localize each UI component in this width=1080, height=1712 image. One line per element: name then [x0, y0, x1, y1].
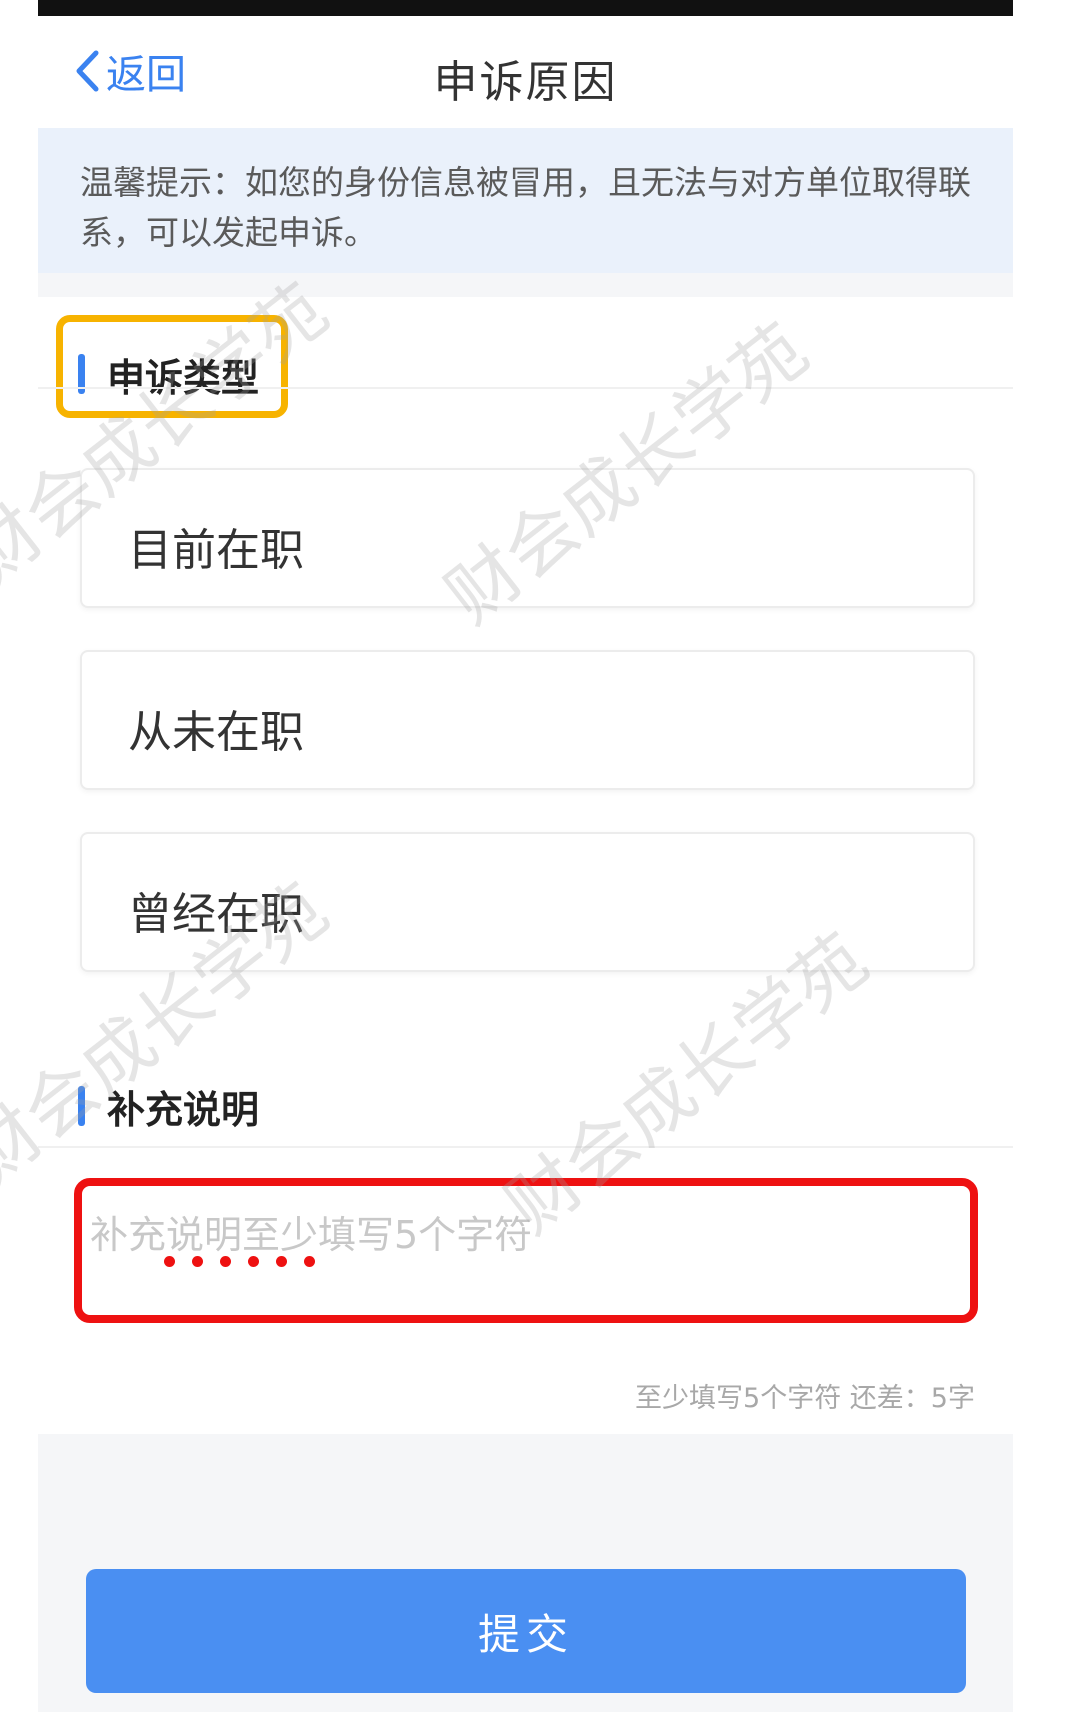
navigation-bar: 返回 申诉原因: [38, 16, 1013, 128]
tip-banner: 温馨提示：如您的身份信息被冒用，且无法与对方单位取得联系，可以发起申诉。: [38, 128, 1013, 273]
supplement-textarea[interactable]: [82, 1186, 970, 1315]
submit-button[interactable]: 提交: [86, 1569, 966, 1693]
option-label: 从未在职: [128, 707, 304, 758]
page-title: 申诉原因: [433, 57, 618, 108]
supplement-heading-text: 补充说明: [107, 1087, 260, 1132]
annotation-highlight-box: [56, 315, 288, 418]
tip-text: 温馨提示：如您的身份信息被冒用，且无法与对方单位取得联系，可以发起申诉。: [80, 163, 971, 252]
supplement-input-annotation: [74, 1178, 978, 1323]
appeal-reason-page: 返回 申诉原因 温馨提示：如您的身份信息被冒用，且无法与对方单位取得联系，可以发…: [38, 16, 1013, 1712]
option-never-employed[interactable]: 从未在职: [80, 650, 975, 790]
heading-accent-bar: [78, 1086, 85, 1126]
divider-line: [38, 1146, 1013, 1148]
character-counter: 至少填写5个字符 还差：5字: [635, 1383, 975, 1414]
option-label: 目前在职: [128, 525, 304, 576]
option-label: 曾经在职: [128, 889, 304, 940]
option-currently-employed[interactable]: 目前在职: [80, 468, 975, 608]
annotation-dots: [164, 1256, 315, 1267]
status-bar: [38, 0, 1013, 16]
divider-line: [38, 387, 1013, 389]
option-previously-employed[interactable]: 曾经在职: [80, 832, 975, 972]
supplement-heading: 补充说明: [78, 1076, 259, 1136]
section-divider: [38, 273, 1013, 297]
